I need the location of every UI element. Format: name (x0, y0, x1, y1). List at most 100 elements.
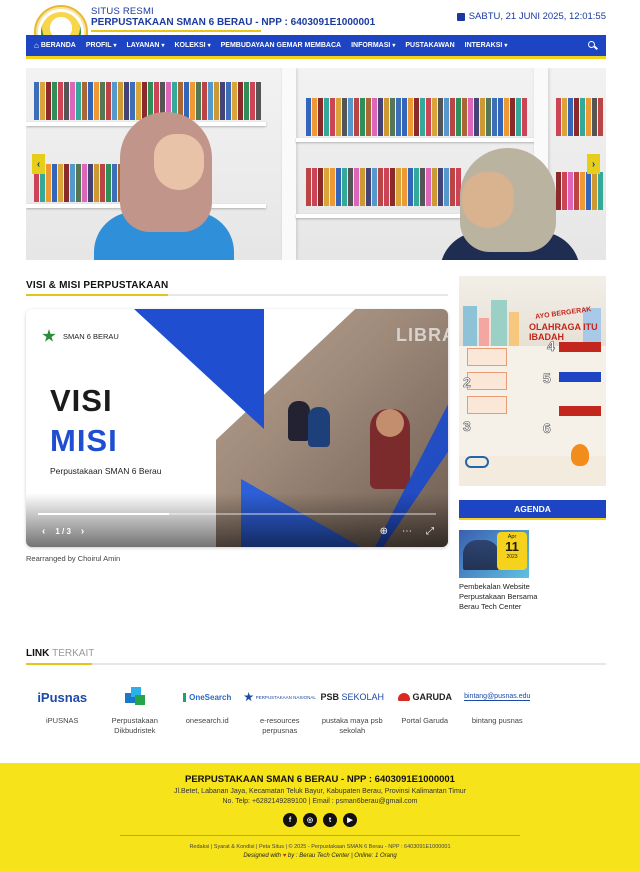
slide-controls: ‹ 1 / 3 › (42, 526, 84, 537)
title-underline (91, 30, 261, 32)
page: SITUS RESMI PERPUSTAKAAN SMAN 6 BERAU - … (0, 0, 640, 871)
nav-pembudayaan[interactable]: PEMBUDAYAAN GEMAR MEMBACA (221, 42, 341, 49)
link-label: e-resources perpusnas (259, 716, 300, 735)
slider-prev-button[interactable]: ‹ (32, 154, 45, 174)
fullscreen-icon[interactable]: ⤢ (426, 526, 434, 537)
chevron-down-icon: ▾ (207, 43, 211, 49)
section-title-links: LINK TERKAIT (26, 648, 94, 659)
photo-figure-head (376, 409, 404, 437)
photo-figure (308, 407, 330, 447)
related-links: iPusnas iPUSNAS Perpustakaan Dikbudriste… (26, 684, 606, 736)
chevron-down-icon: ▾ (392, 43, 396, 49)
agenda-year: 2023 (506, 554, 518, 560)
chevron-down-icon: ▾ (161, 43, 165, 49)
link-eresources[interactable]: PERPUSTAKAAN NASIONAL e-resources perpus… (243, 684, 317, 736)
bookshelf-books (306, 98, 527, 136)
heart-icon: ♥ (282, 853, 287, 859)
nav-beranda[interactable]: ⌂ BERANDA (34, 41, 76, 50)
link-label: iPUSNAS (45, 716, 79, 725)
footer-contact: No. Telp: +6282149289100 | Email : psman… (222, 798, 418, 805)
nav-informasi[interactable]: INFORMASI ▾ (351, 42, 395, 49)
bookshelf-books (306, 168, 461, 206)
slide-page-indicator: 1 / 3 (55, 527, 71, 536)
footer-divider (120, 835, 520, 836)
facebook-icon[interactable]: f (283, 813, 297, 827)
nav-profil[interactable]: PROFIL ▾ (86, 42, 117, 49)
twitter-icon[interactable]: t (323, 813, 337, 827)
footer-links[interactable]: Redaksi | Syarat & Kondisi | Peta Situs … (0, 844, 640, 850)
visi-misi-presentation[interactable]: LIBRA SMAN 6 BERAU VISI MISI Perpustakaa… (26, 309, 448, 547)
site-title[interactable]: PERPUSTAKAAN SMAN 6 BERAU - NPP : 640309… (91, 17, 375, 28)
chevron-down-icon: ▾ (113, 43, 117, 49)
nav-label: LAYANAN (126, 42, 160, 49)
poster-number: 5 (543, 370, 551, 387)
search-icon[interactable] (588, 41, 598, 51)
link-psb-sekolah[interactable]: PSB SEKOLAH pustaka maya psb sekolah (316, 684, 389, 736)
ipusnas-logo: iPusnas (37, 689, 88, 705)
youtube-icon[interactable]: ▶ (343, 813, 357, 827)
nav-label: PEMBUDAYAAN GEMAR MEMBACA (220, 42, 342, 49)
agenda-day: 11 (505, 539, 519, 554)
nav-label: INFORMASI (351, 42, 391, 49)
zoom-icon[interactable]: ⊕ (380, 526, 388, 537)
slider-next-button[interactable]: › (587, 154, 600, 174)
perpusnas-logo-text: PERPUSTAKAAN NASIONAL (255, 694, 316, 700)
photo-person-right (440, 148, 580, 260)
misi-heading: MISI (50, 423, 118, 458)
nav-koleksi[interactable]: KOLEKSI ▾ (174, 42, 210, 49)
link-onesearch[interactable]: OneSearch onesearch.id (171, 684, 244, 736)
link-label: bintang pusnas (471, 716, 523, 725)
nav-interaksi[interactable]: INTERAKSI ▾ (465, 42, 508, 49)
garuda-logo: GARUDA (397, 692, 453, 702)
agenda-heading[interactable]: AGENDA (459, 500, 606, 520)
psb-logo-a: PSB (320, 692, 339, 702)
poster-number: 4 (547, 338, 555, 355)
onesearch-logo: OneSearch (183, 692, 231, 702)
poster-tip (467, 372, 507, 390)
link-dikbudristek[interactable]: Perpustakaan Dikbudristek (99, 684, 172, 736)
perpusnas-logo: PERPUSTAKAAN NASIONAL (243, 692, 316, 702)
presentation-caption: Rearranged by Choirul Amin (26, 554, 121, 563)
chevron-right-icon[interactable]: › (81, 526, 84, 537)
slide-progress-bar[interactable] (38, 513, 436, 515)
link-label: onesearch.id (185, 716, 229, 725)
nav-label: INTERAKSI (464, 42, 503, 49)
nav-layanan[interactable]: LAYANAN ▾ (127, 42, 165, 49)
link-bintang-pusnas[interactable]: bintang@pusnas.edu bintang pusnas (461, 684, 534, 736)
footer-title: PERPUSTAKAAN SMAN 6 BERAU - NPP : 640309… (185, 774, 455, 785)
section-divider (26, 663, 606, 665)
poster-label (559, 342, 601, 352)
link-label: Perpustakaan Dikbudristek (111, 716, 158, 735)
chevron-down-icon: ▾ (504, 43, 508, 49)
nav-label: PUSTAKAWAN (405, 42, 455, 49)
garuda-logo-text: GARUDA (412, 692, 453, 702)
poster-number: 3 (463, 418, 471, 435)
visi-heading: VISI (50, 383, 113, 418)
link-label: pustaka maya psb sekolah (321, 716, 383, 735)
school-badge: SMAN 6 BERAU (42, 329, 119, 343)
site-footer: PERPUSTAKAAN SMAN 6 BERAU - NPP : 640309… (0, 763, 640, 871)
presentation-tools: ⊕ ⋯ ⤢ (380, 526, 434, 537)
more-options-icon[interactable]: ⋯ (402, 526, 412, 537)
link-ipusnas[interactable]: iPusnas iPUSNAS (26, 684, 99, 736)
photo-figure (288, 401, 310, 441)
link-garuda[interactable]: GARUDA Portal Garuda (389, 684, 462, 736)
psb-sekolah-logo: PSB SEKOLAH (320, 692, 384, 702)
presentation-subtitle: Perpustakaan SMAN 6 Berau (50, 466, 162, 476)
credit-suffix: by : Berau Tech Center | Online: 1 Orang (287, 853, 397, 859)
credit-prefix: Designed with (243, 853, 282, 859)
school-emblem-icon (42, 329, 56, 342)
bookshelf-books (556, 98, 603, 136)
agenda-title-link[interactable]: Pembekalan Website Perpustakaan Bersama … (459, 582, 539, 612)
chevron-left-icon[interactable]: ‹ (42, 526, 45, 537)
shelf (296, 138, 536, 142)
current-date: SABTU, 21 JUNI 2025, 12:01:55 (456, 11, 606, 22)
main-navbar: ⌂ BERANDA PROFIL ▾ LAYANAN ▾ KOLEKSI ▾ PEMB… (26, 35, 606, 59)
library-sign-text: LIBRA (396, 325, 448, 345)
nav-pustakawan[interactable]: PUSTAKAWAN (405, 42, 454, 49)
olahraga-poster[interactable]: AYO BERGERAK OLAHRAGA ITU IBADAH 2 3 4 5… (459, 276, 606, 486)
poster-number: 6 (543, 420, 551, 437)
garuda-icon (397, 693, 410, 701)
calendar-icon (456, 12, 465, 21)
instagram-icon[interactable]: ◎ (303, 813, 317, 827)
